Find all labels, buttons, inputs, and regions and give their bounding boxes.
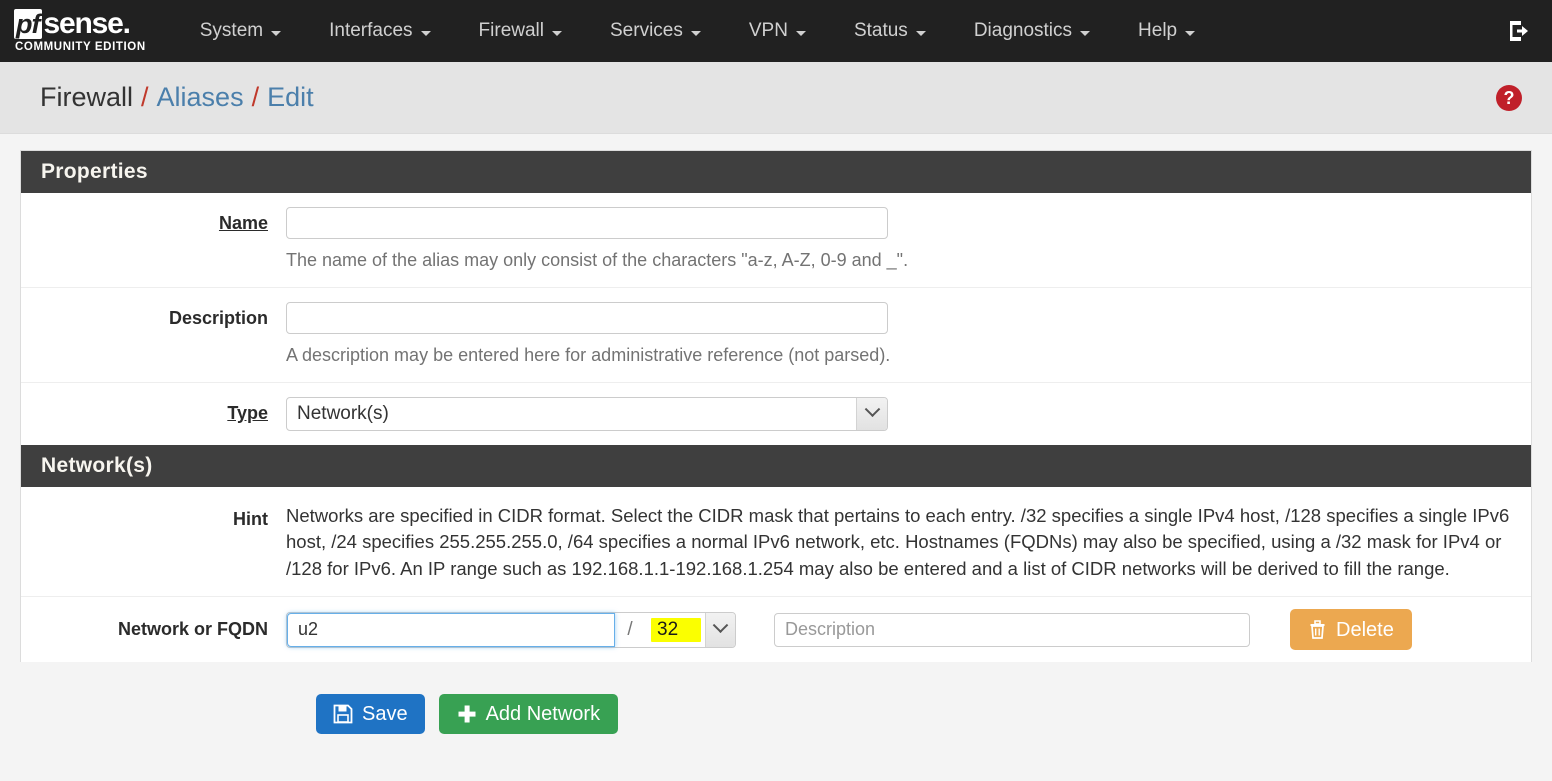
network-description-input[interactable] [774, 612, 1250, 647]
brand-sense-text: sense [43, 6, 123, 40]
cidr-separator: / [627, 618, 633, 640]
save-button-label: Save [362, 703, 408, 726]
chevron-down-icon [1080, 30, 1091, 36]
type-select[interactable]: Network(s) [286, 396, 888, 431]
nav-item-services[interactable]: Services [586, 0, 725, 62]
help-icon[interactable]: ? [1496, 84, 1522, 111]
add-network-button[interactable]: Add Network [438, 694, 619, 735]
delete-button-label: Delete [1336, 618, 1394, 641]
properties-panel-title: Properties [21, 151, 1531, 193]
network-entry-row: Network or FQDN / 32 [21, 597, 1531, 662]
breadcrumb-separator: / [141, 82, 149, 112]
nav-item-status[interactable]: Status [830, 0, 950, 62]
description-input[interactable] [286, 301, 888, 334]
breadcrumb-bar: Firewall / Aliases / Edit ? [0, 62, 1552, 134]
form-row-hint: Hint Networks are specified in CIDR form… [21, 487, 1531, 598]
nav-item-label: System [199, 20, 264, 41]
brand-logo-row: pf sense . [14, 8, 131, 40]
nav-item-label: Diagnostics [973, 20, 1073, 41]
chevron-down-icon [690, 30, 701, 36]
brand-pf-mark: pf [14, 8, 43, 39]
nav-item-help[interactable]: Help [1114, 0, 1219, 62]
breadcrumb-link-edit[interactable]: Edit [267, 82, 314, 113]
name-help-text: The name of the alias may only consist o… [286, 250, 909, 270]
chevron-down-icon [1185, 30, 1196, 36]
plus-icon [457, 704, 477, 724]
networks-panel-body: Hint Networks are specified in CIDR form… [21, 486, 1531, 663]
nav-item-firewall[interactable]: Firewall [455, 0, 586, 62]
description-field-wrap: A description may be entered here for ad… [286, 301, 1531, 382]
breadcrumb: Firewall / Aliases / Edit [40, 82, 314, 113]
network-cidr-group: / 32 [286, 611, 736, 648]
floppy-disk-icon [333, 704, 353, 724]
type-select-wrap: Network(s) [286, 396, 888, 431]
nav-item-label: Firewall [478, 20, 544, 41]
chevron-down-icon [420, 30, 431, 36]
navbar-menu: System Interfaces Firewall Services VPN … [176, 0, 1219, 62]
hint-field-wrap: Networks are specified in CIDR format. S… [286, 503, 1531, 596]
top-navbar: pf sense . COMMUNITY EDITION System Inte… [0, 0, 1552, 62]
networks-panel-title: Network(s) [21, 444, 1531, 487]
nav-item-diagnostics[interactable]: Diagnostics [950, 0, 1114, 62]
cidr-select-wrap: 32 [645, 612, 735, 647]
description-help-text: A description may be entered here for ad… [286, 344, 891, 365]
nav-item-vpn[interactable]: VPN [725, 0, 830, 62]
nav-item-label: VPN [748, 20, 788, 41]
form-actions: Save Add Network [20, 662, 1532, 735]
properties-panel: Properties Name The name of the alias ma… [20, 150, 1532, 445]
brand-subtitle: COMMUNITY EDITION [15, 40, 146, 53]
chevron-down-icon [271, 30, 282, 36]
chevron-down-icon [552, 30, 562, 36]
chevron-down-icon[interactable] [705, 612, 735, 647]
type-field-wrap: Network(s) [286, 396, 1531, 445]
sign-out-icon[interactable] [1506, 18, 1532, 44]
nav-item-label: Services [610, 20, 683, 41]
nav-item-label: Interfaces [329, 20, 413, 41]
hint-label: Hint [233, 508, 268, 529]
networks-panel: Network(s) Hint Networks are specified i… [20, 444, 1532, 663]
nav-item-label: Help [1138, 20, 1178, 41]
brand-dot: . [122, 6, 131, 40]
form-row-name: Name The name of the alias may only cons… [21, 193, 1531, 288]
properties-panel-body: Name The name of the alias may only cons… [21, 193, 1531, 445]
page-content: Properties Name The name of the alias ma… [0, 134, 1552, 735]
name-field-wrap: The name of the alias may only consist o… [286, 207, 1531, 287]
hint-text: Networks are specified in CIDR format. S… [286, 504, 1510, 579]
description-label: Description [168, 307, 268, 328]
delete-network-button[interactable]: Delete [1290, 609, 1412, 651]
chevron-down-icon [795, 30, 806, 36]
pfsense-logo[interactable]: pf sense . COMMUNITY EDITION [14, 8, 146, 55]
name-input[interactable] [286, 207, 888, 239]
network-or-fqdn-input[interactable] [287, 612, 615, 647]
breadcrumb-link-aliases[interactable]: Aliases [157, 82, 244, 113]
network-or-fqdn-label: Network or FQDN [117, 619, 268, 640]
name-label: Name [218, 213, 268, 233]
nav-item-interfaces[interactable]: Interfaces [305, 0, 454, 62]
chevron-down-icon [915, 30, 926, 36]
breadcrumb-root: Firewall [40, 82, 134, 112]
breadcrumb-separator: / [251, 82, 260, 112]
nav-item-system[interactable]: System [176, 0, 305, 62]
add-network-button-label: Add Network [485, 703, 601, 726]
form-row-type: Type Network(s) [21, 383, 1531, 445]
trash-icon [1308, 619, 1327, 640]
save-button[interactable]: Save [316, 694, 425, 735]
form-row-description: Description A description may be entered… [21, 288, 1531, 383]
nav-item-label: Status [853, 20, 908, 41]
type-label: Type [227, 402, 268, 423]
